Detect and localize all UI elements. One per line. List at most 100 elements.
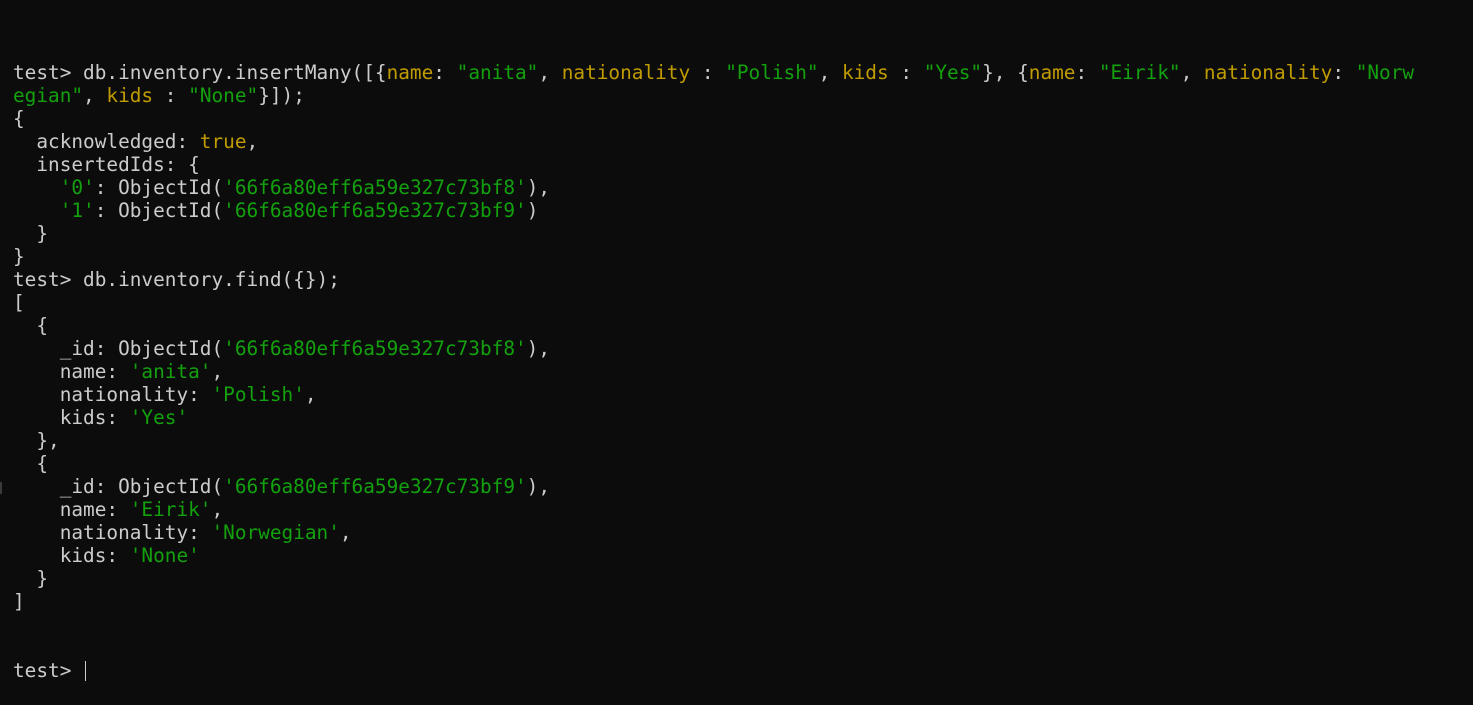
output-token: '66f6a80eff6a59e327c73bf9': [223, 199, 527, 222]
output-token: name: [1028, 61, 1076, 84]
output-token: kids: [841, 61, 889, 84]
output-token: :: [690, 61, 726, 84]
prompt-label: test>: [13, 659, 84, 682]
output-token: :: [1332, 61, 1356, 84]
output-token: :: [888, 61, 924, 84]
output-token: '66f6a80eff6a59e327c73bf8': [223, 337, 527, 360]
output-token: ,: [246, 130, 259, 153]
output-token: '66f6a80eff6a59e327c73bf8': [223, 176, 527, 199]
output-token: 'Norwegian': [211, 521, 340, 544]
output-token: :: [153, 84, 189, 107]
output-line: }: [13, 567, 1473, 590]
output-token: :: [1075, 61, 1099, 84]
output-line: test> db.inventory.insertMany([{name: "a…: [13, 61, 1473, 84]
output-token: }]);: [258, 84, 305, 107]
output-token: "Polish": [725, 61, 819, 84]
output-line: {: [13, 314, 1473, 337]
output-line: '1': ObjectId('66f6a80eff6a59e327c73bf9'…: [13, 199, 1473, 222]
output-token: {: [13, 107, 25, 130]
output-token: ,: [211, 498, 224, 521]
output-token: nationality: [561, 61, 691, 84]
output-token: "Norw: [1355, 61, 1415, 84]
output-token: ,: [538, 61, 562, 84]
output-line: nationality: 'Polish',: [13, 383, 1473, 406]
output-token: insertedIds: {: [13, 153, 200, 176]
output-token: [13, 176, 60, 199]
text-cursor: [85, 661, 87, 681]
output-token: 'anita': [129, 360, 212, 383]
output-token: ]: [13, 590, 25, 613]
resize-handle: [0, 482, 2, 494]
output-token: 'Polish': [211, 383, 305, 406]
output-line: },: [13, 429, 1473, 452]
output-line: {: [13, 452, 1473, 475]
output-token: :: [433, 61, 457, 84]
output-token: test> db.inventory.insertMany([{: [13, 61, 387, 84]
output-line: insertedIds: {: [13, 153, 1473, 176]
output-line: '0': ObjectId('66f6a80eff6a59e327c73bf8'…: [13, 176, 1473, 199]
output-token: '66f6a80eff6a59e327c73bf9': [223, 475, 527, 498]
output-token: 'Eirik': [129, 498, 212, 521]
output-token: nationality: [1203, 61, 1333, 84]
output-line: kids: 'Yes': [13, 406, 1473, 429]
output-token: : ObjectId(: [94, 199, 224, 222]
output-token: ),: [526, 176, 551, 199]
output-token: ),: [526, 337, 551, 360]
output-token: "Eirik": [1098, 61, 1181, 84]
output-line: [: [13, 291, 1473, 314]
output-token: nationality:: [13, 521, 212, 544]
output-line: name: 'anita',: [13, 360, 1473, 383]
output-line: egian", kids : "None"}]);: [13, 84, 1473, 107]
output-token: "None": [188, 84, 259, 107]
output-token: }: [13, 567, 49, 590]
output-token: '0': [59, 176, 95, 199]
output-token: ,: [211, 360, 224, 383]
output-token: "anita": [456, 61, 539, 84]
output-line: acknowledged: true,: [13, 130, 1473, 153]
output-token: }, {: [982, 61, 1029, 84]
output-token: name:: [13, 498, 130, 521]
output-token: ): [526, 199, 539, 222]
output-line: }: [13, 222, 1473, 245]
output-token: },: [13, 429, 60, 452]
output-token: }: [13, 222, 49, 245]
output-token: kids: [106, 84, 154, 107]
output-token: }: [13, 245, 25, 268]
output-token: ,: [304, 383, 317, 406]
output-token: {: [13, 452, 49, 475]
output-line: _id: ObjectId('66f6a80eff6a59e327c73bf9'…: [13, 475, 1473, 498]
output-token: '1': [59, 199, 95, 222]
output-token: name: [386, 61, 434, 84]
output-line: nationality: 'Norwegian',: [13, 521, 1473, 544]
output-line: kids: 'None': [13, 544, 1473, 567]
output-token: _id: ObjectId(: [13, 337, 224, 360]
output-token: true: [199, 130, 247, 153]
output-token: "Yes": [923, 61, 983, 84]
output-token: acknowledged:: [13, 130, 200, 153]
output-token: kids:: [13, 544, 130, 567]
output-token: kids:: [13, 406, 130, 429]
output-line: ]: [13, 590, 1473, 613]
output-token: ),: [526, 475, 551, 498]
output-line: name: 'Eirik',: [13, 498, 1473, 521]
terminal-window[interactable]: test> db.inventory.insertMany([{name: "a…: [0, 0, 1473, 682]
output-token: name:: [13, 360, 130, 383]
output-token: _id: ObjectId(: [13, 475, 224, 498]
output-token: egian": [13, 84, 84, 107]
output-line: test> db.inventory.find({});: [13, 268, 1473, 291]
output-token: test> db.inventory.find({});: [13, 268, 340, 291]
output-token: ,: [83, 84, 107, 107]
output-token: [13, 199, 60, 222]
output-token: ,: [339, 521, 352, 544]
output-token: 'None': [129, 544, 200, 567]
output-token: ,: [1180, 61, 1204, 84]
output-token: ,: [818, 61, 842, 84]
terminal-output: test> db.inventory.insertMany([{name: "a…: [13, 61, 1473, 613]
output-token: 'Yes': [129, 406, 189, 429]
output-token: nationality:: [13, 383, 212, 406]
prompt-line[interactable]: test>: [13, 659, 1473, 682]
output-token: {: [13, 314, 49, 337]
output-token: [: [13, 291, 25, 314]
output-line: {: [13, 107, 1473, 130]
output-token: : ObjectId(: [94, 176, 224, 199]
